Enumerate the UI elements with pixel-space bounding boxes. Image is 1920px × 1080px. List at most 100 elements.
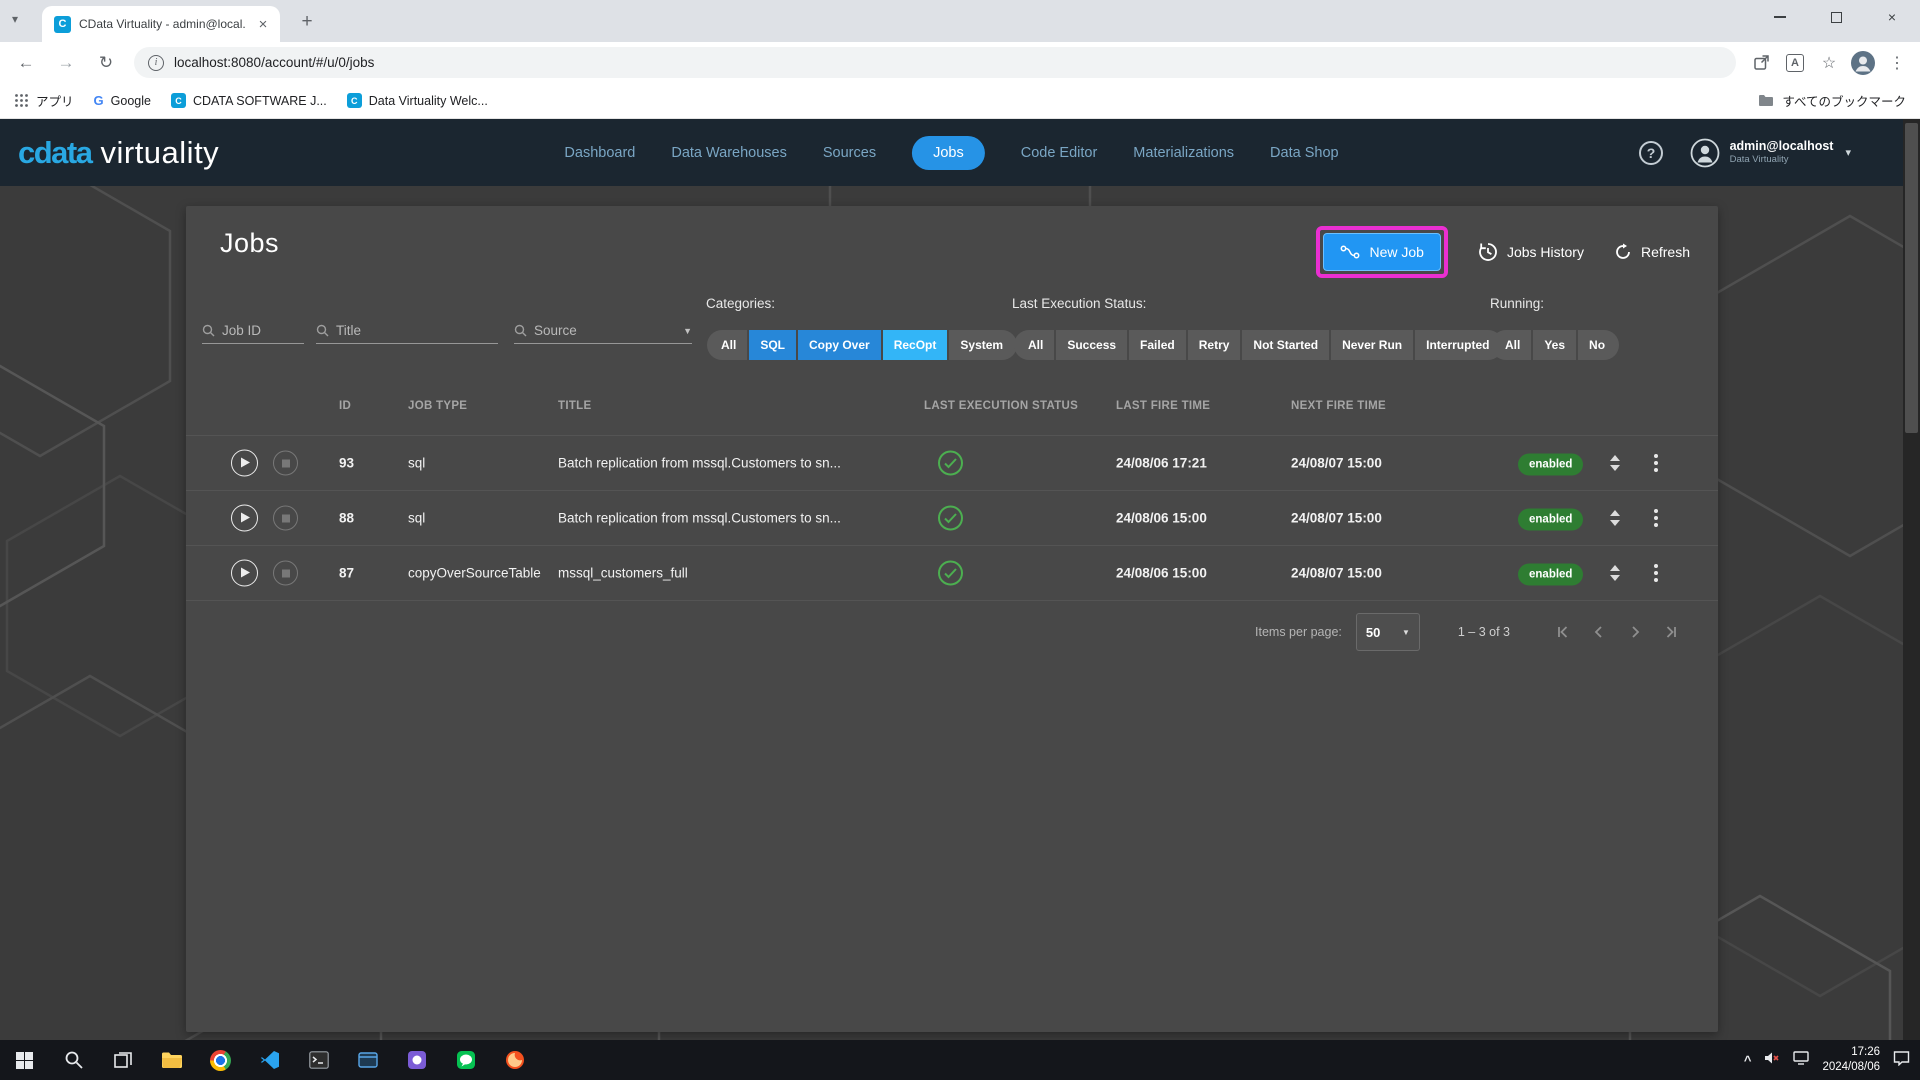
running-all-button[interactable]: All	[1491, 330, 1531, 360]
nav-item-materializations[interactable]: Materializations	[1133, 145, 1234, 161]
items-per-page-label: Items per page:	[1255, 625, 1342, 639]
translate-icon[interactable]: A	[1782, 50, 1808, 76]
source-select[interactable]: Source ▼	[514, 318, 692, 344]
exec-retry-button[interactable]: Retry	[1188, 330, 1241, 360]
network-icon[interactable]	[1793, 1051, 1809, 1070]
last-page-button[interactable]	[1660, 621, 1682, 643]
table-row[interactable]: 93 sql Batch replication from mssql.Cust…	[186, 435, 1718, 490]
next-page-button[interactable]	[1624, 621, 1646, 643]
bookmark-data-virtuality[interactable]: C Data Virtuality Welc...	[347, 93, 488, 108]
previous-page-button[interactable]	[1588, 621, 1610, 643]
table-row[interactable]: 88 sql Batch replication from mssql.Cust…	[186, 490, 1718, 545]
nav-item-code-editor[interactable]: Code Editor	[1021, 145, 1098, 161]
row-menu-icon[interactable]	[1654, 564, 1658, 582]
site-info-icon[interactable]: i	[148, 55, 164, 71]
stop-job-button[interactable]	[273, 506, 298, 531]
run-job-button[interactable]	[231, 505, 258, 532]
job-id-input[interactable]: Job ID	[202, 318, 304, 344]
table-row[interactable]: 87 copyOverSourceTable mssql_customers_f…	[186, 545, 1718, 600]
running-yes-button[interactable]: Yes	[1533, 330, 1576, 360]
tab-search-chevron-icon[interactable]: ▾	[12, 12, 18, 26]
refresh-button[interactable]: Refresh	[1614, 243, 1690, 261]
category-system-button[interactable]: System	[949, 330, 1017, 360]
scrollbar[interactable]	[1903, 119, 1920, 1040]
nav-item-dashboard[interactable]: Dashboard	[564, 145, 635, 161]
cdata-virtuality-logo[interactable]: cdata virtuality	[18, 135, 219, 171]
forward-button[interactable]: →	[50, 47, 82, 79]
bookmark-cdata-software[interactable]: C CDATA SOFTWARE J...	[171, 93, 327, 108]
category-sql-button[interactable]: SQL	[749, 330, 796, 360]
category-copy-over-button[interactable]: Copy Over	[798, 330, 881, 360]
run-job-button[interactable]	[231, 450, 258, 477]
browser-menu-icon[interactable]: ⋮	[1884, 50, 1910, 76]
back-button[interactable]: ←	[10, 47, 42, 79]
window-minimize-button[interactable]	[1752, 0, 1808, 34]
title-input[interactable]: Title	[316, 318, 498, 344]
job-type: sql	[408, 511, 425, 526]
unfold-toggle[interactable]	[1610, 455, 1620, 471]
content-area: Jobs New Job	[0, 186, 1903, 1040]
window-maximize-button[interactable]	[1808, 0, 1864, 34]
bookmark-google[interactable]: G Google	[94, 93, 151, 108]
bookmark-star-icon[interactable]: ☆	[1816, 50, 1842, 76]
vscode-button[interactable]	[245, 1040, 294, 1080]
chrome-button[interactable]	[196, 1040, 245, 1080]
taskbar-search-button[interactable]	[49, 1040, 98, 1080]
line-app-button[interactable]	[441, 1040, 490, 1080]
file-explorer-button[interactable]	[147, 1040, 196, 1080]
nav-item-jobs[interactable]: Jobs	[912, 136, 985, 170]
remote-desktop-button[interactable]	[343, 1040, 392, 1080]
app-nav-bar: cdata virtuality Dashboard Data Warehous…	[0, 119, 1903, 186]
browser-tab[interactable]: C CData Virtuality - admin@local... ×	[42, 6, 280, 42]
enabled-badge[interactable]: enabled	[1518, 509, 1583, 531]
address-bar[interactable]: i localhost:8080/account/#/u/0/jobs	[134, 47, 1736, 78]
firefox-button[interactable]	[490, 1040, 539, 1080]
page-size-select[interactable]: 50 ▼	[1356, 613, 1420, 651]
exec-success-button[interactable]: Success	[1056, 330, 1127, 360]
nav-item-data-shop[interactable]: Data Shop	[1270, 145, 1339, 161]
job-id: 88	[339, 511, 354, 526]
running-no-button[interactable]: No	[1578, 330, 1619, 360]
stop-job-button[interactable]	[273, 561, 298, 586]
stop-job-button[interactable]	[273, 451, 298, 476]
refresh-label: Refresh	[1641, 244, 1690, 260]
category-all-button[interactable]: All	[707, 330, 747, 360]
command-prompt-button[interactable]	[294, 1040, 343, 1080]
exec-all-button[interactable]: All	[1014, 330, 1054, 360]
new-tab-button[interactable]: +	[294, 9, 320, 35]
start-button[interactable]	[0, 1040, 49, 1080]
nav-item-sources[interactable]: Sources	[823, 145, 876, 161]
user-menu[interactable]: admin@localhost Data Virtuality ▾	[1690, 138, 1851, 168]
jobs-history-button[interactable]: Jobs History	[1478, 242, 1584, 262]
enabled-badge[interactable]: enabled	[1518, 454, 1583, 476]
exec-never-run-button[interactable]: Never Run	[1331, 330, 1413, 360]
row-menu-icon[interactable]	[1654, 509, 1658, 527]
mute-speaker-icon[interactable]	[1764, 1051, 1780, 1070]
tab-close-icon[interactable]: ×	[254, 15, 272, 33]
row-menu-icon[interactable]	[1654, 454, 1658, 472]
window-close-button[interactable]: ×	[1864, 0, 1920, 34]
profile-avatar[interactable]	[1850, 50, 1876, 76]
new-job-label: New Job	[1369, 244, 1423, 260]
exec-failed-button[interactable]: Failed	[1129, 330, 1186, 360]
all-bookmarks-button[interactable]: すべてのブックマーク	[1758, 91, 1906, 110]
notification-center-icon[interactable]	[1893, 1050, 1910, 1071]
help-icon[interactable]: ?	[1639, 141, 1663, 165]
run-job-button[interactable]	[231, 560, 258, 587]
new-job-button[interactable]: New Job	[1323, 233, 1440, 271]
open-in-new-icon[interactable]	[1748, 50, 1774, 76]
task-view-button[interactable]	[98, 1040, 147, 1080]
exec-not-started-button[interactable]: Not Started	[1242, 330, 1329, 360]
nav-item-data-warehouses[interactable]: Data Warehouses	[671, 145, 787, 161]
taskbar-clock[interactable]: 17:26 2024/08/06	[1822, 1045, 1880, 1075]
scrollbar-thumb[interactable]	[1905, 123, 1918, 433]
hidden-icons-chevron[interactable]: ^	[1744, 1053, 1752, 1068]
reload-button[interactable]: ↻	[90, 47, 122, 79]
apps-shortcut[interactable]: アプリ	[14, 91, 74, 110]
enabled-badge[interactable]: enabled	[1518, 564, 1583, 586]
purple-app-button[interactable]	[392, 1040, 441, 1080]
unfold-toggle[interactable]	[1610, 565, 1620, 581]
first-page-button[interactable]	[1552, 621, 1574, 643]
category-recopt-button[interactable]: RecOpt	[883, 330, 948, 360]
unfold-toggle[interactable]	[1610, 510, 1620, 526]
